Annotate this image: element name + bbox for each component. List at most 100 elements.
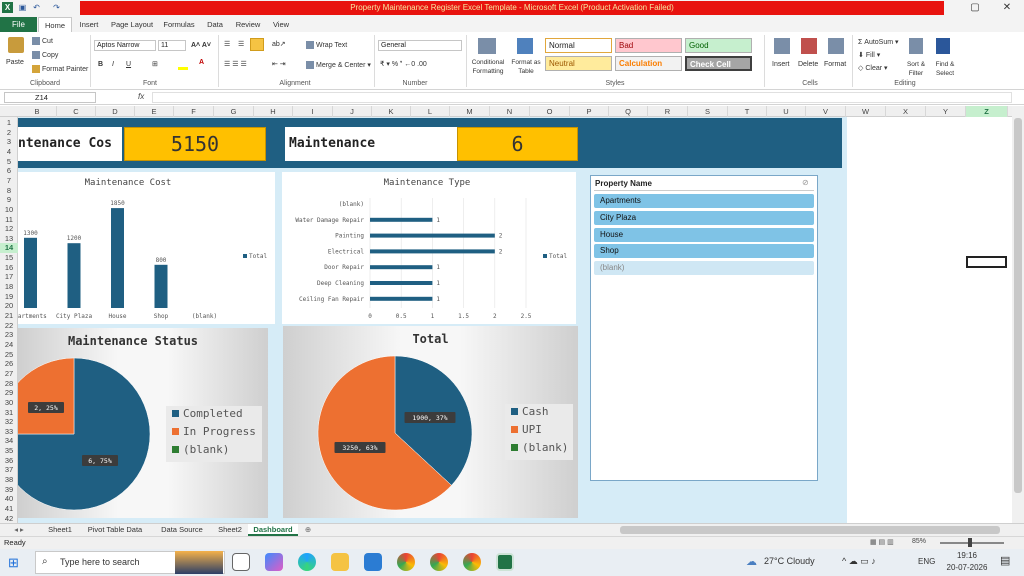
horizontal-scrollbar[interactable] — [620, 526, 1000, 534]
currency-icon[interactable]: ₹ ▾ % ❜ ←0 .00 — [380, 60, 427, 69]
empty-cells-area[interactable] — [847, 117, 1012, 523]
sheet-tab-sheet2[interactable]: Sheet2 — [214, 524, 246, 536]
row-header[interactable]: 30 — [0, 398, 18, 408]
tab-home[interactable]: Home — [38, 17, 72, 32]
row-header[interactable]: 3 — [0, 137, 18, 147]
sort-filter-icon[interactable] — [909, 38, 923, 54]
row-header[interactable]: 38 — [0, 475, 18, 485]
row-header[interactable]: 40 — [0, 494, 18, 504]
row-header[interactable]: 37 — [0, 465, 18, 475]
row-header[interactable]: 32 — [0, 417, 18, 427]
tray-icons[interactable]: ^ ☁ ▭ ♪ — [842, 556, 876, 567]
underline-icon[interactable]: U — [126, 60, 131, 69]
slicer-item-blank[interactable]: (blank) — [594, 261, 814, 275]
row-header[interactable]: 17 — [0, 272, 18, 282]
undo-icon[interactable]: ↶ — [32, 3, 41, 12]
row-header[interactable]: 5 — [0, 157, 18, 167]
row-header[interactable]: 11 — [0, 215, 18, 225]
sheet-tab-pivot[interactable]: Pivot Table Data — [82, 524, 148, 536]
redo-icon[interactable]: ↷ — [52, 3, 61, 12]
clock-date[interactable]: 20-07-2026 — [944, 563, 990, 572]
row-header[interactable]: 15 — [0, 253, 18, 263]
slicer-item-apartments[interactable]: Apartments — [594, 194, 814, 208]
restore-icon[interactable]: ▢ — [966, 1, 984, 15]
row-header[interactable]: 2 — [0, 128, 18, 138]
edge-icon[interactable] — [298, 553, 316, 571]
file-explorer-icon[interactable] — [331, 553, 349, 571]
delete-icon[interactable] — [801, 38, 817, 54]
excel-taskbar-icon[interactable] — [496, 553, 514, 571]
save-icon[interactable]: ▣ — [18, 3, 27, 12]
format-painter-button[interactable]: Format Painter — [32, 65, 88, 74]
column-header-c[interactable]: C — [57, 106, 96, 117]
row-header[interactable]: 22 — [0, 321, 18, 331]
tab-view[interactable]: View — [266, 17, 296, 32]
font-size-select[interactable]: 11 — [158, 40, 186, 51]
add-sheet-icon[interactable]: ⊕ — [302, 524, 314, 536]
row-header[interactable]: 27 — [0, 369, 18, 379]
row-header[interactable]: 13 — [0, 234, 18, 244]
copilot-icon[interactable] — [265, 553, 283, 571]
row-header[interactable]: 39 — [0, 485, 18, 495]
format-icon[interactable] — [828, 38, 844, 54]
function-icon[interactable]: fx — [138, 92, 144, 101]
style-normal[interactable]: Normal — [545, 38, 612, 53]
tab-file[interactable]: File — [0, 17, 37, 32]
column-header-k[interactable]: K — [372, 106, 411, 117]
column-header-w[interactable]: W — [846, 106, 886, 117]
font-grow-icon[interactable]: A˄ A˅ — [191, 41, 211, 50]
row-header[interactable]: 26 — [0, 359, 18, 369]
insert-icon[interactable] — [774, 38, 790, 54]
delete-button[interactable]: Delete — [798, 60, 818, 69]
tab-page-layout[interactable]: Page Layout — [106, 17, 158, 32]
clock-time[interactable]: 19:16 — [952, 551, 982, 560]
sheet-nav-icon[interactable]: ◂ ▸ — [4, 524, 34, 536]
row-header[interactable]: 36 — [0, 456, 18, 466]
paste-button[interactable]: Paste — [6, 58, 24, 67]
row-header[interactable]: 25 — [0, 350, 18, 360]
align-left-icon[interactable]: ☰ ☰ ☰ — [224, 60, 247, 69]
row-header[interactable]: 18 — [0, 282, 18, 292]
italic-icon[interactable]: I — [112, 60, 114, 69]
zoom-thumb[interactable] — [968, 538, 972, 547]
borders-icon[interactable]: ⊞ — [152, 60, 158, 69]
wrap-text-button[interactable]: Wrap Text — [306, 41, 347, 50]
font-color-icon[interactable]: A — [199, 58, 204, 67]
row-header[interactable]: 6 — [0, 166, 18, 176]
column-header-f[interactable]: F — [174, 106, 214, 117]
row-header[interactable]: 14 — [0, 243, 18, 254]
row-header[interactable]: 24 — [0, 340, 18, 350]
column-header-z[interactable]: Z — [966, 106, 1008, 117]
column-header-y[interactable]: Y — [926, 106, 966, 117]
style-calculation[interactable]: Calculation — [615, 56, 682, 71]
row-header[interactable]: 21 — [0, 311, 18, 321]
conditional-formatting-button[interactable]: Conditional Formatting — [468, 58, 508, 76]
column-header-m[interactable]: M — [450, 106, 490, 117]
tab-formulas[interactable]: Formulas — [160, 17, 198, 32]
notification-icon[interactable]: ▤ — [1000, 554, 1010, 567]
formula-input[interactable] — [152, 92, 1012, 103]
row-header[interactable]: 1 — [0, 118, 18, 128]
row-header[interactable]: 42 — [0, 514, 18, 524]
store-icon[interactable] — [364, 553, 382, 571]
row-header[interactable]: 10 — [0, 205, 18, 215]
fill-color-icon[interactable] — [178, 67, 188, 70]
sheet-tab-sheet1[interactable]: Sheet1 — [44, 524, 76, 536]
view-mode-icon[interactable]: ▦ ▤ ▥ — [870, 538, 894, 546]
column-header-x[interactable]: X — [886, 106, 926, 117]
column-header-t[interactable]: T — [728, 106, 767, 117]
column-header-r[interactable]: R — [648, 106, 688, 117]
format-button[interactable]: Format — [824, 60, 846, 69]
row-header[interactable]: 20 — [0, 301, 18, 311]
clear-button[interactable]: ◇ Clear ▾ — [858, 64, 888, 73]
slicer-item-shop[interactable]: Shop — [594, 244, 814, 258]
weather-text[interactable]: 27°C Cloudy — [764, 556, 815, 566]
task-view-icon[interactable] — [232, 553, 250, 571]
row-header[interactable]: 16 — [0, 263, 18, 273]
column-header-d[interactable]: D — [96, 106, 135, 117]
cut-button[interactable]: Cut — [32, 37, 53, 46]
chrome-icon[interactable] — [463, 553, 481, 571]
row-header[interactable]: 34 — [0, 436, 18, 446]
row-header[interactable]: 8 — [0, 186, 18, 196]
clear-filter-icon[interactable]: ⊘ — [802, 178, 809, 187]
